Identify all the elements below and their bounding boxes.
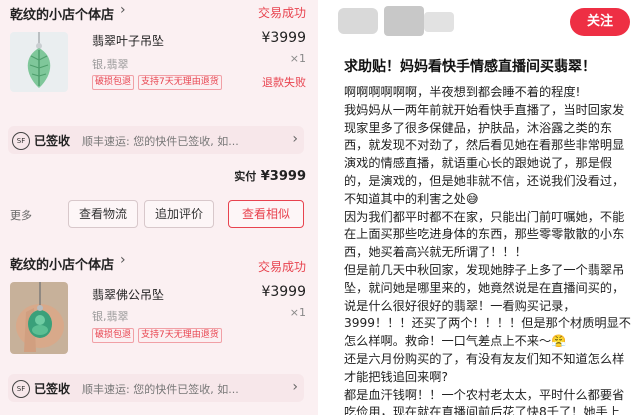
author-name-blurred[interactable] <box>384 6 424 36</box>
follow-button[interactable]: 关注 <box>570 8 630 36</box>
add-review-button[interactable]: 追加评价 <box>144 200 214 228</box>
avatar[interactable] <box>338 8 378 34</box>
logistics-bar[interactable]: SF 已签收 顺丰速运: 您的快件已签收, 如... › <box>8 374 304 402</box>
delivery-status: 已签收 <box>34 134 71 148</box>
shop-name[interactable]: 乾纹的小店个体店 <box>10 4 114 23</box>
post-paragraph: 因为我们都平时都不在家，只能出门前叮嘱她，不能在上面买那些吃进身体的东西，那些零… <box>344 209 625 260</box>
shop-name[interactable]: 乾纹的小店个体店 <box>10 254 114 273</box>
author-name-blurred <box>424 12 454 32</box>
order-status: 交易成功 <box>257 260 306 274</box>
view-logistics-button[interactable]: 查看物流 <box>68 200 138 228</box>
product-spec: 银,翡翠 <box>92 310 129 323</box>
post-paragraph-text: 但是前几天中秋回家，发现她脖子上多了一个翡翠吊坠，就问她是哪里来的，她竟然说是在… <box>344 262 631 349</box>
paid-amount: 实付 ¥3999 <box>234 168 306 184</box>
post-panel: 关注 求助贴！妈妈看快手情感直播间买翡翠！ 啊啊啊啊啊啊，半夜想到都会睡不着的程… <box>328 0 640 415</box>
angry-emoji-icon: 😤 <box>551 334 567 349</box>
post-paragraph: 我妈妈从一两年前就开始看快手直播了，当时回家发现家里多了很多保健品，护肤品，沐浴… <box>344 102 636 209</box>
product-title[interactable]: 翡翠佛公吊坠 <box>92 286 164 303</box>
logistics-bar[interactable]: SF 已签收 顺丰速运: 您的快件已签收, 如... › <box>8 126 304 154</box>
refund-status[interactable]: 退款失败 <box>262 74 306 90</box>
order-list-panel: 乾纹的小店个体店 › 交易成功 翡翠叶子吊坠 ¥3999 ×1 银,翡翠 破损包… <box>0 0 318 415</box>
product-title[interactable]: 翡翠叶子吊坠 <box>92 32 164 49</box>
post-paragraph: 但是前几天中秋回家，发现她脖子上多了一个翡翠吊坠，就问她是哪里来的，她竟然说是在… <box>344 262 636 351</box>
chevron-right-icon: › <box>292 379 298 395</box>
order-card[interactable]: 乾纹的小店个体店 › 交易成功 翡翠佛公吊坠 ¥3999 ×1 银,翡翠 破损包… <box>0 246 318 415</box>
service-badge: 支持7天无理由退货 <box>138 75 222 90</box>
post-body: 啊啊啊啊啊啊，半夜想到都会睡不着的程度! 我妈妈从一两年前就开始看快手直播了，当… <box>344 84 636 415</box>
service-badge: 支持7天无理由退货 <box>138 328 222 343</box>
post-title: 求助贴！妈妈看快手情感直播间买翡翠！ <box>344 59 596 75</box>
sf-express-icon: SF <box>12 380 30 398</box>
product-thumbnail[interactable] <box>10 32 68 92</box>
chevron-right-icon: › <box>292 131 298 147</box>
service-badge: 破损包退 <box>92 75 135 90</box>
paid-value: ¥3999 <box>260 169 306 184</box>
panel-divider <box>318 0 328 415</box>
order-status: 交易成功 <box>257 6 306 20</box>
chevron-right-icon[interactable]: › <box>120 2 126 18</box>
embarrassed-emoji-icon: 😅 <box>465 191 479 206</box>
post-paragraph: 都是血汗钱啊！！一个农村老太太，平时什么都要省吃俭用，现在就在直播间前后花了快8… <box>344 387 625 415</box>
paid-label: 实付 <box>234 170 257 183</box>
service-badge: 破损包退 <box>92 328 135 343</box>
logistics-text: 顺丰速运: 您的快件已签收, 如... <box>82 135 239 148</box>
more-link[interactable]: 更多 <box>10 207 32 223</box>
logistics-text: 顺丰速运: 您的快件已签收, 如... <box>82 383 239 396</box>
product-price: ¥3999 <box>261 30 306 46</box>
post-paragraph: 啊啊啊啊啊啊，半夜想到都会睡不着的程度! <box>344 85 581 99</box>
product-price: ¥3999 <box>261 284 306 300</box>
delivery-status: 已签收 <box>34 382 71 396</box>
view-similar-button[interactable]: 查看相似 <box>228 200 304 228</box>
post-paragraph-text: 我妈妈从一两年前就开始看快手直播了，当时回家发现家里多了很多保健品，护肤品，沐浴… <box>344 102 625 206</box>
post-paragraph: 还是六月份购买的了，有没有友友们知不知道怎么样才能把钱追回来啊? <box>344 351 625 384</box>
chevron-right-icon[interactable]: › <box>120 252 126 268</box>
order-card[interactable]: 乾纹的小店个体店 › 交易成功 翡翠叶子吊坠 ¥3999 ×1 银,翡翠 破损包… <box>0 0 318 238</box>
product-quantity: ×1 <box>289 52 306 65</box>
sf-express-icon: SF <box>12 132 30 150</box>
product-thumbnail[interactable] <box>10 282 68 354</box>
product-spec: 银,翡翠 <box>92 58 129 71</box>
product-quantity: ×1 <box>289 306 306 319</box>
